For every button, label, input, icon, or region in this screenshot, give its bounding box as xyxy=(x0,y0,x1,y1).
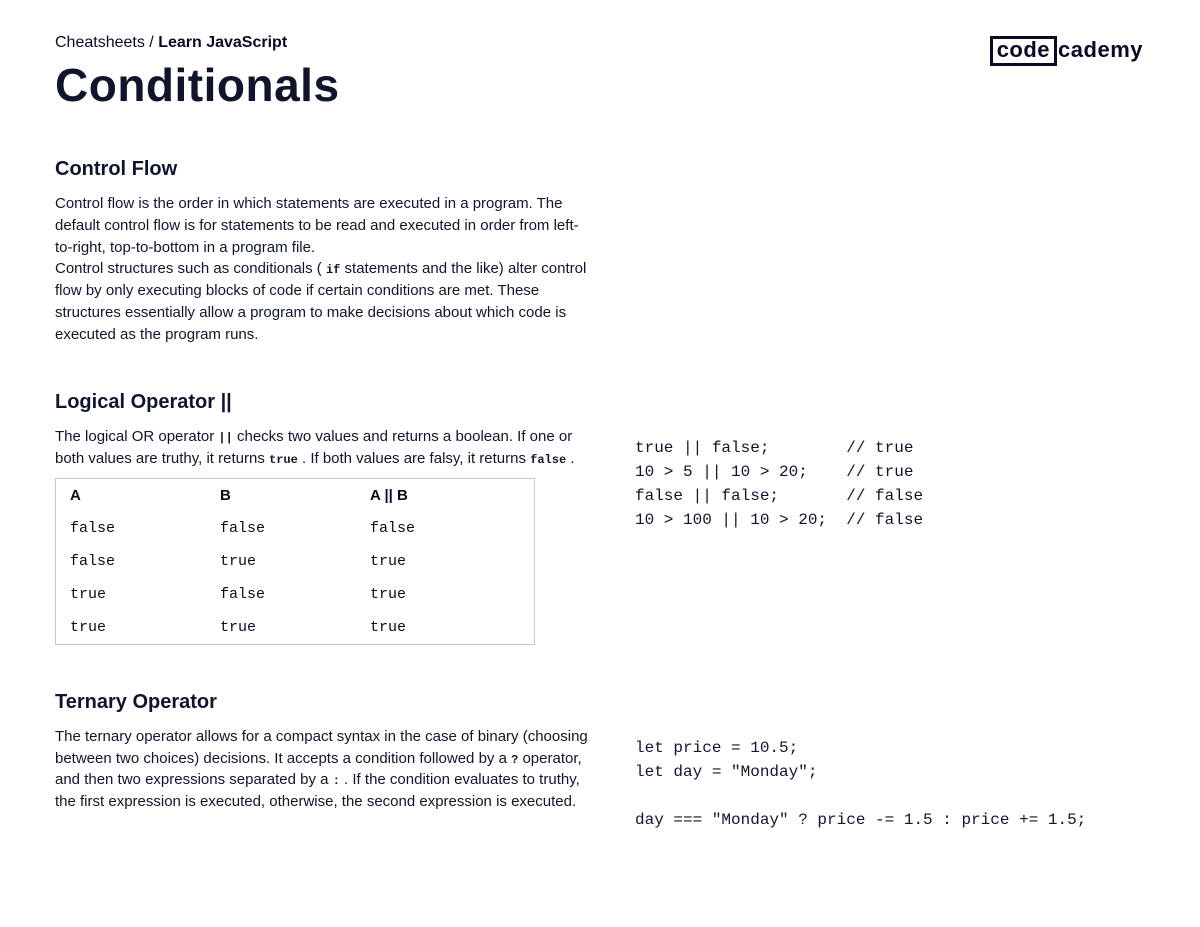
breadcrumb-separator: / xyxy=(145,34,158,51)
truth-table: A B A || B false false false false true … xyxy=(55,478,535,645)
section-body: Control flow is the order in which state… xyxy=(55,193,595,345)
code-block-ternary: let price = 10.5; let day = "Monday"; da… xyxy=(635,736,1145,832)
inline-code-or: || xyxy=(218,431,232,445)
table-header-cell: A xyxy=(70,487,220,504)
page-title: Conditionals xyxy=(55,58,1145,112)
table-row: false true true xyxy=(56,545,534,578)
para2a: Control structures such as conditionals … xyxy=(55,260,326,277)
section-control-flow: Control Flow Control flow is the order i… xyxy=(55,158,1145,345)
breadcrumb: Cheatsheets / Learn JavaScript xyxy=(55,34,1145,52)
section-heading: Logical Operator || xyxy=(55,391,1145,414)
table-row: true false true xyxy=(56,578,534,611)
para1: Control flow is the order in which state… xyxy=(55,195,579,256)
brand-logo: codecademy xyxy=(990,36,1145,66)
table-header-cell: A || B xyxy=(370,487,520,504)
logo-plain: cademy xyxy=(1056,39,1145,63)
inline-code-true: true xyxy=(269,453,298,467)
code-block-or: true || false; // true 10 > 5 || 10 > 20… xyxy=(635,436,1145,532)
breadcrumb-current[interactable]: Learn JavaScript xyxy=(158,34,287,51)
section-ternary: Ternary Operator The ternary operator al… xyxy=(55,691,1145,832)
table-header-cell: B xyxy=(220,487,370,504)
table-row: false false false xyxy=(56,512,534,545)
section-heading: Ternary Operator xyxy=(55,691,1145,714)
logo-boxed: code xyxy=(990,36,1057,66)
section-body: The ternary operator allows for a compac… xyxy=(55,726,595,813)
section-body: The logical OR operator || checks two va… xyxy=(55,426,595,470)
inline-code-if: if xyxy=(326,263,340,277)
breadcrumb-parent[interactable]: Cheatsheets xyxy=(55,34,145,51)
inline-code-false: false xyxy=(530,453,566,467)
inline-code-colon: : xyxy=(333,774,340,788)
section-heading: Control Flow xyxy=(55,158,1145,181)
table-header-row: A B A || B xyxy=(56,479,534,512)
table-row: true true true xyxy=(56,611,534,644)
section-logical-or: Logical Operator || The logical OR opera… xyxy=(55,391,1145,645)
